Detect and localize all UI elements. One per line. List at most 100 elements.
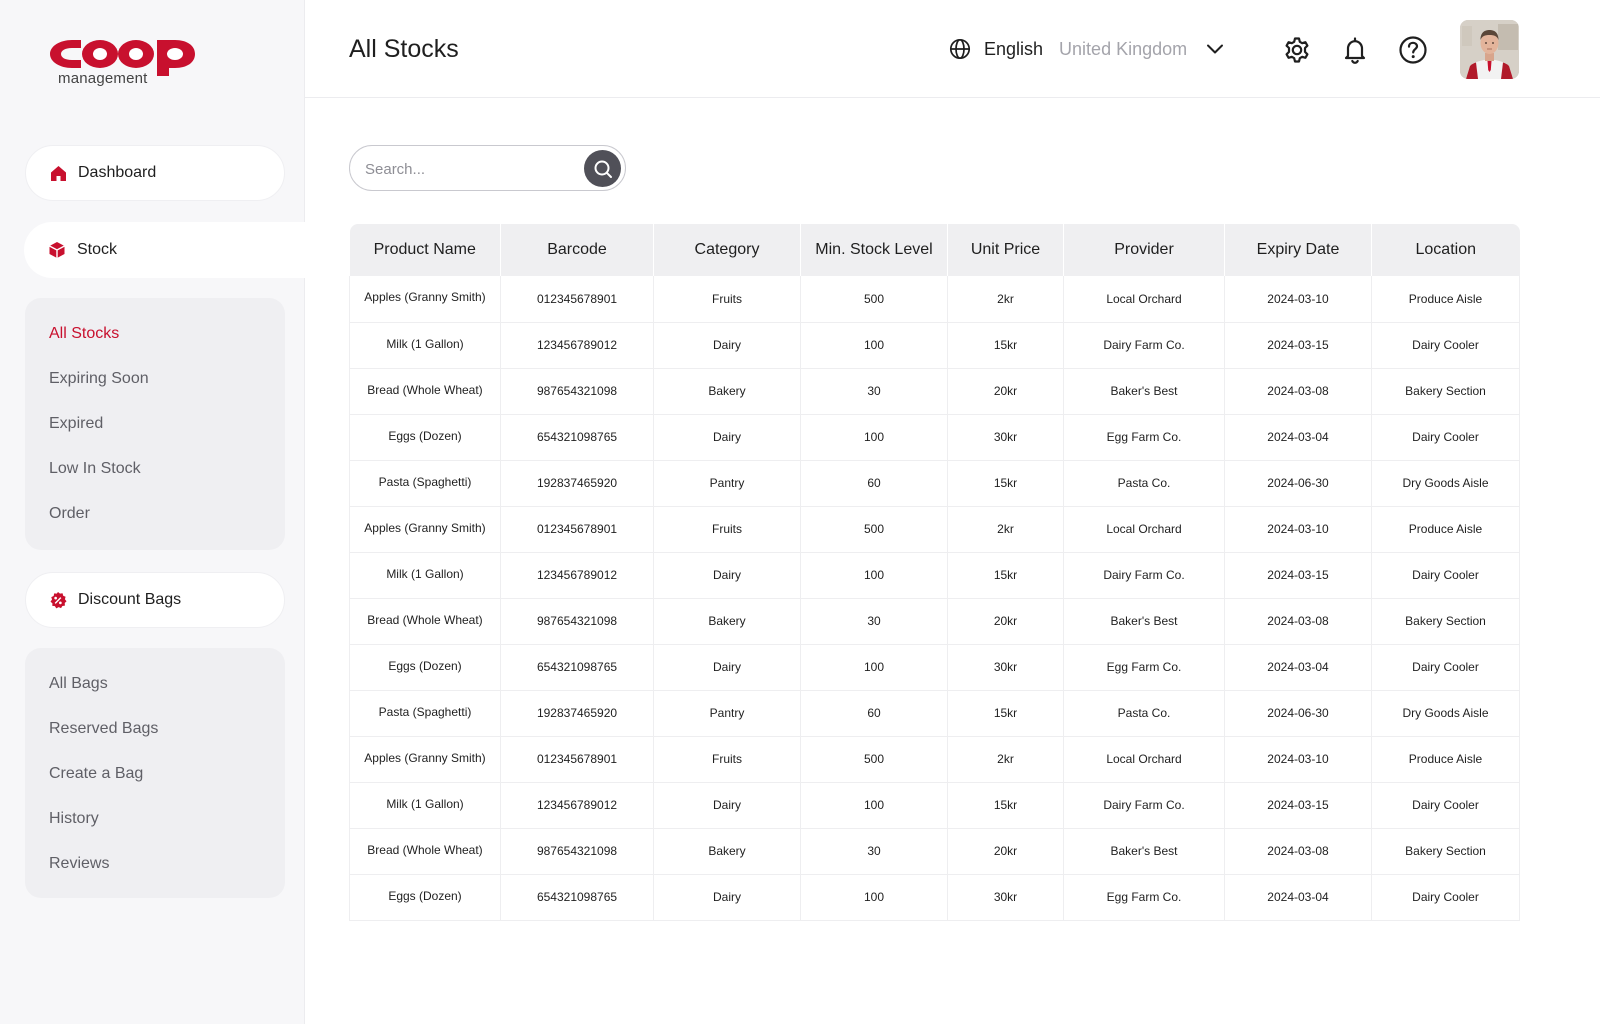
cell-expiry-date: 2024-03-08 xyxy=(1224,828,1372,875)
search-bar xyxy=(349,145,626,191)
table-row[interactable]: Eggs (Dozen) 654321098765 Dairy 100 30kr Egg … xyxy=(349,644,1520,691)
table-row[interactable]: Bread (Whole Wheat) 987654321098 Bakery 30 2… xyxy=(349,828,1520,875)
user-avatar[interactable] xyxy=(1460,20,1519,79)
cell-product-name: Pasta (Spaghetti) xyxy=(349,460,501,507)
cell-provider: Egg Farm Co. xyxy=(1063,644,1225,691)
submenu-create-a-bag[interactable]: Create a Bag xyxy=(49,765,143,783)
column-provider[interactable]: Provider xyxy=(1063,224,1225,276)
table-row[interactable]: Apples (Granny Smith) 012345678901 Fruits 5… xyxy=(349,736,1520,783)
column-expiry-date[interactable]: Expiry Date xyxy=(1224,224,1372,276)
cell-unit-price: 2kr xyxy=(947,276,1064,323)
cell-product-name: Bread (Whole Wheat) xyxy=(349,368,501,415)
cell-unit-price: 30kr xyxy=(947,644,1064,691)
submenu-reserved-bags[interactable]: Reserved Bags xyxy=(49,720,158,738)
cell-barcode: 654321098765 xyxy=(500,874,654,921)
cell-provider: Pasta Co. xyxy=(1063,690,1225,737)
submenu-all-bags[interactable]: All Bags xyxy=(49,675,108,693)
cell-barcode: 987654321098 xyxy=(500,368,654,415)
discount-badge-icon xyxy=(49,591,67,609)
cell-expiry-date: 2024-03-15 xyxy=(1224,552,1372,599)
sidebar: management Dashboard Stock All Stocks Ex… xyxy=(0,0,305,1024)
cell-location: Dairy Cooler xyxy=(1371,782,1520,829)
cell-location: Dairy Cooler xyxy=(1371,322,1520,369)
submenu-expired[interactable]: Expired xyxy=(49,415,103,433)
cell-barcode: 654321098765 xyxy=(500,414,654,461)
cell-barcode: 123456789012 xyxy=(500,552,654,599)
cell-category: Dairy xyxy=(653,644,801,691)
submenu-order[interactable]: Order xyxy=(49,505,90,523)
table-row[interactable]: Milk (1 Gallon) 123456789012 Dairy 100 15kr D… xyxy=(349,322,1520,369)
column-category[interactable]: Category xyxy=(653,224,801,276)
help-button[interactable] xyxy=(1398,35,1428,65)
table-header: Product Name Barcode Category Min. Stock Le… xyxy=(349,224,1520,276)
cell-provider: Dairy Farm Co. xyxy=(1063,782,1225,829)
globe-icon xyxy=(949,38,971,60)
table-row[interactable]: Apples (Granny Smith) 012345678901 Fruits 5… xyxy=(349,276,1520,323)
cell-min-stock-level: 100 xyxy=(800,414,948,461)
cell-category: Bakery xyxy=(653,368,801,415)
column-barcode[interactable]: Barcode xyxy=(500,224,654,276)
coop-logo[interactable]: management xyxy=(48,32,198,92)
search-button[interactable] xyxy=(584,150,621,187)
submenu-reviews[interactable]: Reviews xyxy=(49,855,109,873)
table-row[interactable]: Apples (Granny Smith) 012345678901 Fruits 5… xyxy=(349,506,1520,553)
cell-location: Bakery Section xyxy=(1371,598,1520,645)
region-label: United Kingdom xyxy=(1059,38,1188,59)
cell-barcode: 123456789012 xyxy=(500,322,654,369)
submenu-all-stocks[interactable]: All Stocks xyxy=(49,325,119,343)
cell-expiry-date: 2024-03-04 xyxy=(1224,644,1372,691)
top-header: All Stocks English United Kingdom xyxy=(305,0,1600,98)
column-unit-price[interactable]: Unit Price xyxy=(947,224,1064,276)
stock-table: Product Name Barcode Category Min. Stock Le… xyxy=(349,224,1520,921)
search-icon xyxy=(594,160,612,178)
cell-location: Bakery Section xyxy=(1371,368,1520,415)
column-location[interactable]: Location xyxy=(1371,224,1520,276)
column-min-stock-level[interactable]: Min. Stock Level xyxy=(800,224,948,276)
cell-min-stock-level: 500 xyxy=(800,736,948,783)
box-icon xyxy=(48,241,66,259)
nav-dashboard[interactable]: Dashboard xyxy=(25,145,285,201)
cell-provider: Local Orchard xyxy=(1063,276,1225,323)
table-row[interactable]: Eggs (Dozen) 654321098765 Dairy 100 30kr Egg … xyxy=(349,414,1520,461)
cell-location: Dairy Cooler xyxy=(1371,874,1520,921)
cell-category: Bakery xyxy=(653,828,801,875)
cell-category: Pantry xyxy=(653,690,801,737)
cell-barcode: 987654321098 xyxy=(500,598,654,645)
notifications-button[interactable] xyxy=(1340,35,1370,65)
cell-unit-price: 15kr xyxy=(947,322,1064,369)
nav-stock[interactable]: Stock xyxy=(24,222,305,278)
cell-provider: Dairy Farm Co. xyxy=(1063,322,1225,369)
cell-location: Bakery Section xyxy=(1371,828,1520,875)
cell-barcode: 192837465920 xyxy=(500,690,654,737)
user-photo xyxy=(1460,20,1519,79)
table-row[interactable]: Pasta (Spaghetti) 192837465920 Pantry 60 15k… xyxy=(349,460,1520,507)
search-input[interactable] xyxy=(365,158,575,180)
cell-location: Produce Aisle xyxy=(1371,736,1520,783)
cell-location: Dry Goods Aisle xyxy=(1371,460,1520,507)
cell-location: Produce Aisle xyxy=(1371,276,1520,323)
cell-unit-price: 20kr xyxy=(947,368,1064,415)
cell-expiry-date: 2024-03-08 xyxy=(1224,368,1372,415)
table-row[interactable]: Eggs (Dozen) 654321098765 Dairy 100 30kr Egg … xyxy=(349,874,1520,921)
table-body: Apples (Granny Smith) 012345678901 Fruits 5… xyxy=(349,276,1520,921)
cell-category: Dairy xyxy=(653,782,801,829)
cell-unit-price: 15kr xyxy=(947,552,1064,599)
cell-provider: Egg Farm Co. xyxy=(1063,874,1225,921)
language-selector[interactable]: English United Kingdom xyxy=(949,38,1225,60)
cell-expiry-date: 2024-03-10 xyxy=(1224,736,1372,783)
page-title: All Stocks xyxy=(349,35,459,63)
submenu-low-in-stock[interactable]: Low In Stock xyxy=(49,460,141,478)
table-row[interactable]: Milk (1 Gallon) 123456789012 Dairy 100 15kr D… xyxy=(349,782,1520,829)
nav-discount-bags[interactable]: Discount Bags xyxy=(25,572,285,628)
submenu-history[interactable]: History xyxy=(49,810,99,828)
settings-button[interactable] xyxy=(1282,35,1312,65)
cell-category: Dairy xyxy=(653,552,801,599)
submenu-expiring-soon[interactable]: Expiring Soon xyxy=(49,370,149,388)
nav-stock-label: Stock xyxy=(77,241,118,258)
table-row[interactable]: Pasta (Spaghetti) 192837465920 Pantry 60 15k… xyxy=(349,690,1520,737)
column-product-name[interactable]: Product Name xyxy=(349,224,501,276)
table-row[interactable]: Bread (Whole Wheat) 987654321098 Bakery 30 2… xyxy=(349,368,1520,415)
table-row[interactable]: Bread (Whole Wheat) 987654321098 Bakery 30 2… xyxy=(349,598,1520,645)
table-row[interactable]: Milk (1 Gallon) 123456789012 Dairy 100 15kr D… xyxy=(349,552,1520,599)
cell-category: Dairy xyxy=(653,322,801,369)
